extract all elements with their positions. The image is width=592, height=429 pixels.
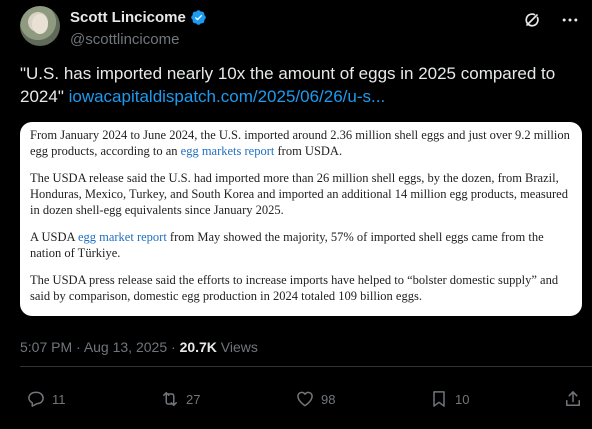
avatar-face	[32, 14, 48, 34]
author-display-name[interactable]: Scott Lincicome	[70, 9, 186, 26]
bookmark-count: 10	[455, 391, 470, 407]
tweet-meta: 5:07 PM · Aug 13, 2025 · 20.7K Views	[20, 339, 258, 355]
avatar[interactable]	[20, 6, 60, 46]
more-icon[interactable]	[560, 10, 580, 30]
card-paragraph-4: The USDA press release said the efforts …	[30, 273, 559, 303]
card-text: from USDA.	[274, 144, 343, 158]
card-paragraph-3: A USDA egg market report from May showed…	[30, 229, 572, 261]
tweet: Scott Lincicome @scottlincicome "U.S. ha…	[0, 0, 592, 429]
repost-count: 27	[186, 391, 201, 407]
author-handle[interactable]: @scottlincicome	[70, 31, 179, 48]
tweet-link[interactable]: iowacapitaldispatch.com/2025/06/26/u-s..…	[69, 87, 386, 106]
reply-count: 11	[52, 391, 66, 407]
card-paragraph-2: The USDA release said the U.S. had impor…	[30, 171, 568, 217]
author-name-row: Scott Lincicome	[70, 9, 207, 26]
quoted-article-card[interactable]: From January 2024 to June 2024, the U.S.…	[20, 122, 582, 316]
views-label: Views	[216, 339, 258, 355]
like-button[interactable]: 98	[295, 389, 335, 409]
reply-button[interactable]: 11	[26, 389, 66, 409]
card-paragraph-1: From January 2024 to June 2024, the U.S.…	[30, 127, 572, 159]
reply-icon	[28, 391, 44, 407]
repost-icon	[163, 392, 177, 406]
tweet-text: "U.S. has imported nearly 10x the amount…	[20, 62, 580, 108]
meta-separator: ·	[167, 339, 180, 355]
share-icon	[566, 391, 580, 406]
verified-badge-icon	[191, 10, 206, 25]
divider	[20, 366, 592, 367]
top-actions	[522, 10, 580, 30]
tweet-date[interactable]: Aug 13, 2025	[84, 339, 167, 355]
like-count: 98	[321, 391, 336, 407]
repost-button[interactable]: 27	[160, 389, 200, 409]
grok-icon[interactable]	[522, 10, 542, 30]
heart-icon	[297, 391, 313, 407]
egg-markets-report-link[interactable]: egg markets report	[181, 144, 275, 158]
views-count: 20.7K	[179, 339, 217, 355]
card-text: A USDA	[30, 230, 78, 244]
share-button[interactable]	[563, 389, 583, 409]
meta-separator: ·	[72, 339, 84, 355]
egg-market-report-link[interactable]: egg market report	[78, 230, 167, 244]
bookmark-icon	[433, 391, 445, 407]
bookmark-button[interactable]: 10	[429, 389, 469, 409]
tweet-time[interactable]: 5:07 PM	[20, 339, 72, 355]
